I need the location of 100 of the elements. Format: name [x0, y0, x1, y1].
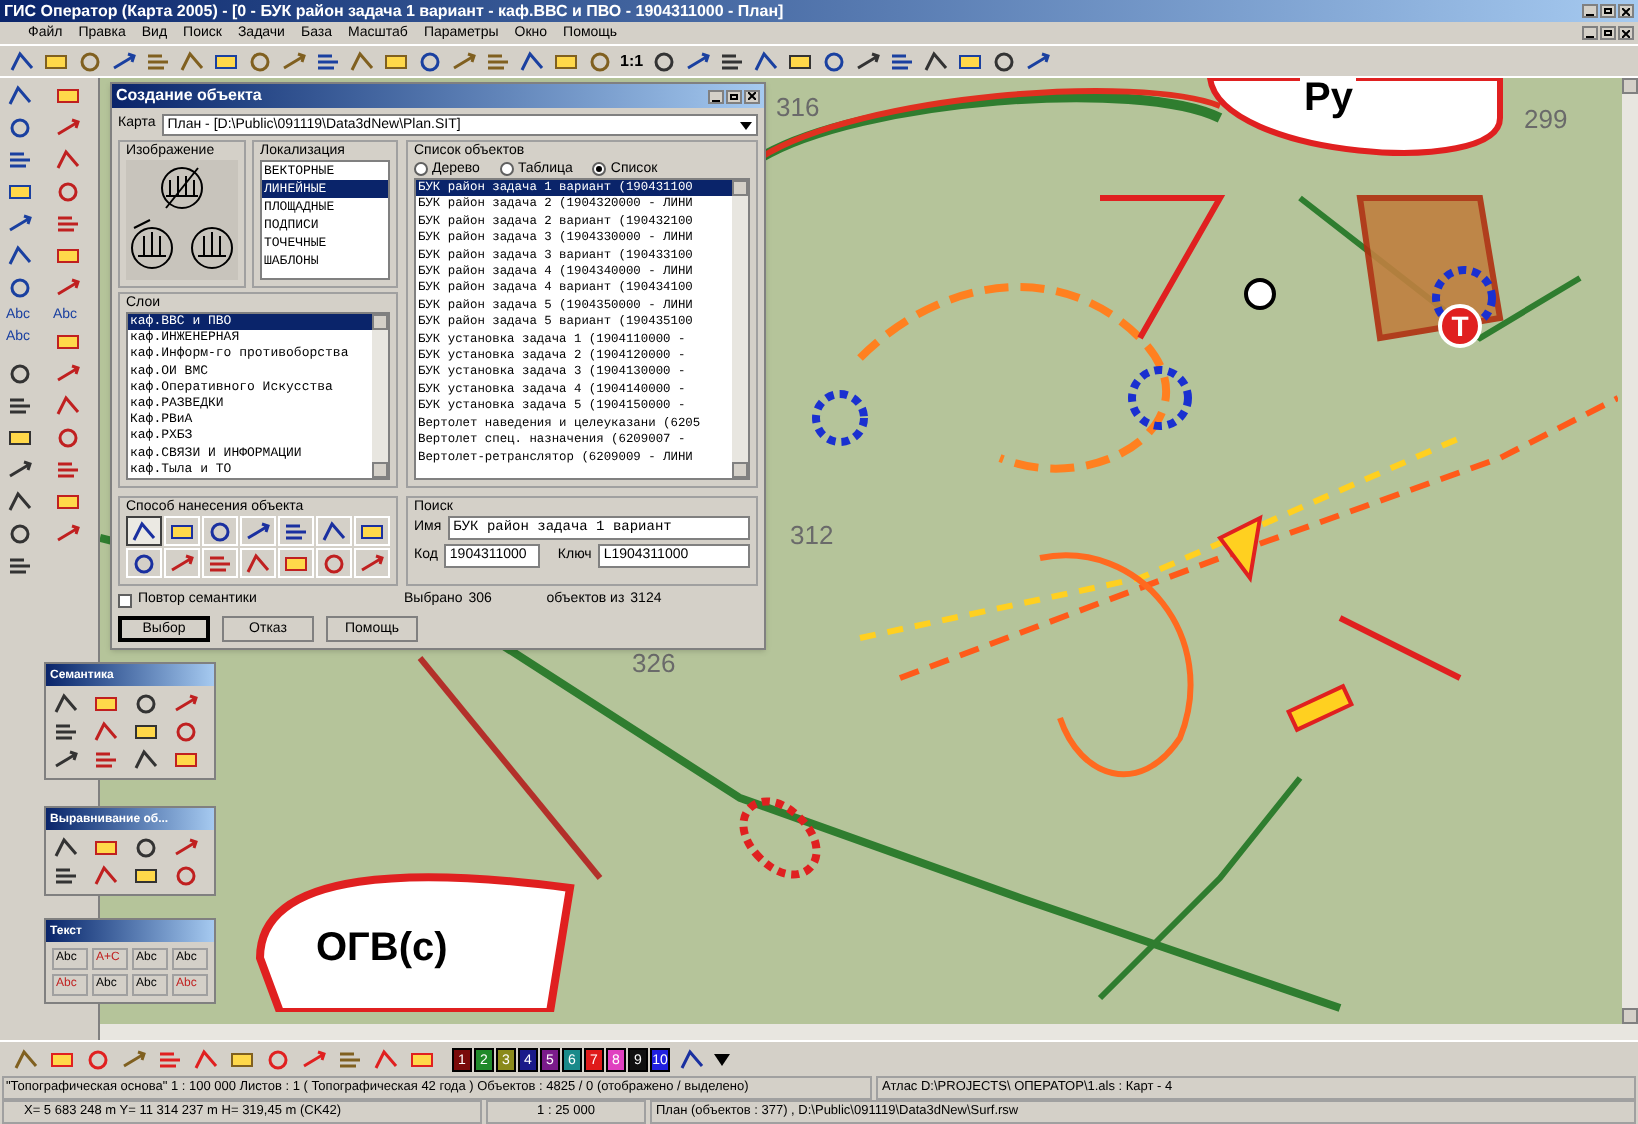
tool-icon[interactable] [228, 1047, 256, 1071]
scrollbar[interactable] [100, 1024, 1638, 1040]
scrollbar[interactable] [1622, 78, 1638, 1024]
tool-icon[interactable] [6, 490, 34, 514]
tool-icon[interactable] [53, 212, 81, 236]
line-tool-icon[interactable] [678, 1047, 706, 1071]
tool-icon[interactable] [132, 748, 160, 772]
radio-button[interactable] [414, 162, 428, 176]
tool-icon[interactable] [172, 720, 200, 744]
dialog-title: Создание объекта [116, 88, 262, 104]
scale-button[interactable]: 1:1 [620, 53, 644, 69]
scrollbar[interactable] [732, 180, 748, 478]
toolbar-icon[interactable] [819, 49, 848, 73]
unit-symbol [1128, 366, 1192, 430]
tool-icon[interactable] [53, 522, 81, 546]
tool-icon[interactable] [6, 180, 34, 204]
tool-icon[interactable] [172, 748, 200, 772]
tool-icon[interactable] [6, 458, 34, 482]
map-label: ОГВ(с) [316, 928, 448, 968]
tool-icon[interactable] [6, 394, 34, 418]
tool-icon[interactable] [132, 720, 160, 744]
maximize-button[interactable] [726, 89, 742, 103]
toolbar-icon[interactable] [1023, 49, 1052, 73]
toolbar-icon[interactable] [853, 49, 882, 73]
tool-icon[interactable] [172, 836, 200, 860]
toolbar-icon[interactable] [989, 49, 1018, 73]
tool-icon[interactable] [6, 212, 34, 236]
toolbar-icon[interactable] [683, 49, 712, 73]
tool-icon[interactable] [53, 84, 81, 108]
symbol-preview-drawing [126, 160, 238, 280]
toolbar-icon[interactable] [518, 49, 546, 73]
tool-icon[interactable] [6, 148, 34, 172]
tool-icon[interactable] [6, 362, 34, 386]
checkbox[interactable] [118, 593, 132, 608]
close-button[interactable] [1618, 26, 1634, 40]
tool-icon[interactable] [53, 458, 81, 482]
toolbar-icon[interactable] [212, 49, 240, 73]
toolbar-icon[interactable] [955, 49, 984, 73]
tool-icon[interactable] [53, 330, 81, 354]
toolbar-icon[interactable] [552, 49, 580, 73]
dropdown-arrow-icon[interactable] [714, 1053, 730, 1065]
tool-icon[interactable] [172, 864, 200, 888]
tool-icon[interactable] [53, 180, 81, 204]
tool-icon[interactable] [6, 554, 34, 578]
toolbar-icon[interactable] [42, 49, 70, 73]
minimize-button[interactable] [1582, 4, 1598, 18]
tool-icon[interactable] [92, 720, 120, 744]
scrollbar[interactable] [372, 314, 388, 478]
toolbar-icon[interactable] [649, 49, 678, 73]
tool-icon[interactable] [6, 84, 34, 108]
window-title: ГИС Оператор (Карта 2005) - [0 - БУК район задача 1 вариант - каф.ВВС и ПВО - 1904311000 - План] [4, 3, 784, 19]
tool-icon[interactable] [172, 692, 200, 716]
toolbar-icon[interactable] [785, 49, 814, 73]
tool-icon[interactable] [53, 244, 81, 268]
tool-icon[interactable] [52, 748, 80, 772]
radio-button[interactable] [592, 162, 607, 176]
tool-icon[interactable] [6, 244, 34, 268]
tool-icon[interactable] [52, 836, 80, 860]
point-symbol [1244, 278, 1276, 310]
radio-button[interactable] [499, 162, 514, 176]
tool-icon[interactable] [92, 748, 120, 772]
tool-icon[interactable] [52, 720, 80, 744]
tool-icon[interactable] [53, 276, 81, 300]
toolbar-icon[interactable] [887, 49, 916, 73]
tool-icon[interactable] [53, 116, 81, 140]
map-label: Ру [1300, 78, 1357, 118]
caret-icon [740, 121, 752, 129]
tool-icon[interactable] [132, 836, 160, 860]
toolbar-icon[interactable] [8, 49, 36, 73]
toolbar-icon[interactable] [314, 49, 342, 73]
tool-icon[interactable] [53, 490, 81, 514]
map-label: 316 [776, 94, 820, 120]
toolbar-icon[interactable] [416, 49, 444, 73]
tool-icon[interactable] [53, 362, 81, 386]
toolbar-icon[interactable] [382, 49, 410, 73]
toolbar-icon[interactable] [751, 49, 780, 73]
map-label: 326 [632, 650, 676, 676]
tool-icon[interactable] [52, 864, 80, 888]
close-button[interactable] [744, 89, 760, 103]
close-button[interactable] [1618, 4, 1634, 18]
tool-icon[interactable] [92, 692, 120, 716]
tool-icon[interactable] [92, 836, 120, 860]
tool-icon[interactable] [6, 426, 34, 450]
tool-icon[interactable] [92, 864, 120, 888]
toolbar-icon[interactable] [110, 49, 138, 73]
tool-icon[interactable] [6, 116, 34, 140]
minimize-button[interactable] [1582, 26, 1598, 40]
map-label: 312 [790, 522, 834, 548]
toolbar-icon[interactable] [921, 49, 950, 73]
tool-icon[interactable] [53, 148, 81, 172]
tool-icon[interactable] [132, 864, 160, 888]
tool-icon[interactable] [53, 394, 81, 418]
tool-icon[interactable] [53, 426, 81, 450]
tool-icon[interactable] [6, 522, 34, 546]
tool-icon[interactable] [132, 692, 160, 716]
minimize-button[interactable] [708, 89, 724, 103]
tool-icon[interactable] [6, 276, 34, 300]
triangle-symbol [1216, 514, 1263, 583]
toolbar-icon[interactable] [717, 49, 746, 73]
tool-icon[interactable] [52, 692, 80, 716]
